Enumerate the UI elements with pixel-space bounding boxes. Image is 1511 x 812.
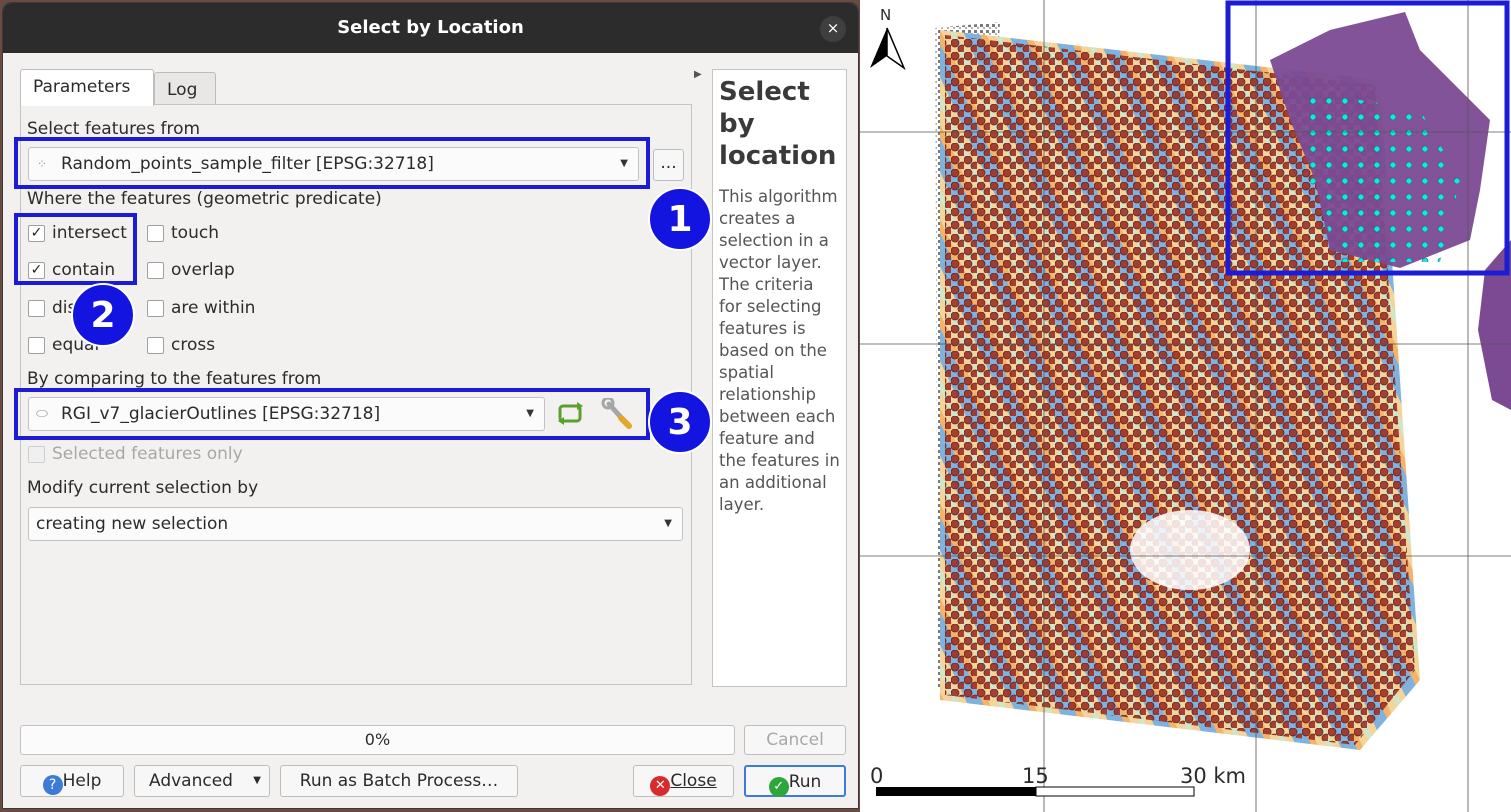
annotation-badge-1: 1	[648, 187, 712, 251]
progress-bar: 0%	[20, 725, 735, 755]
overlap-checkbox[interactable]	[147, 262, 164, 279]
run-button-label: Run	[788, 772, 822, 792]
scale-label-30: 30 km	[1180, 764, 1247, 788]
window-close-icon[interactable]: ×	[820, 16, 846, 42]
map-canvas[interactable]: N 0 15 30 km	[860, 0, 1511, 812]
equal-checkbox[interactable]	[28, 337, 45, 354]
north-arrow-icon	[870, 27, 906, 71]
close-circle-icon: ✕	[650, 776, 671, 796]
help-button-label: Help	[62, 771, 102, 791]
help-description: This algorithm creates a selection in a …	[719, 187, 840, 514]
predicate-label: Where the features (geometric predicate)	[27, 189, 382, 209]
cancel-button[interactable]: Cancel	[744, 725, 846, 755]
scale-label-0: 0	[870, 764, 884, 788]
run-batch-button[interactable]: Run as Batch Process…	[280, 765, 518, 797]
chevron-down-icon: ▼	[664, 518, 672, 529]
highlight-box-2	[14, 213, 137, 285]
modify-selection-value: creating new selection	[36, 514, 229, 534]
help-title: Select by location	[719, 77, 837, 171]
help-button[interactable]: ? Help	[20, 765, 124, 797]
annotation-badge-3: 3	[648, 390, 712, 454]
panel-collapse-arrow-icon[interactable]: ▶	[694, 69, 702, 80]
close-button-label: Close	[670, 771, 717, 791]
are-within-checkbox[interactable]	[147, 300, 164, 317]
north-arrow-label: N	[880, 6, 892, 24]
dialog-titlebar[interactable]: Select by Location ×	[3, 3, 858, 53]
help-pane: Select by location This algorithm create…	[712, 69, 847, 687]
highlight-box-1	[14, 137, 650, 189]
overlap-label: overlap	[171, 260, 235, 280]
help-icon: ?	[42, 775, 63, 795]
advanced-button[interactable]: Advanced ▼	[134, 765, 270, 797]
chevron-down-icon: ▼	[253, 775, 261, 786]
tab-log[interactable]: Log	[154, 72, 216, 105]
selected-only-label: Selected features only	[52, 444, 243, 464]
more-options-button[interactable]: ...	[653, 149, 684, 181]
modify-selection-combo[interactable]: creating new selection ▼	[28, 507, 683, 541]
scale-bar	[876, 786, 1195, 797]
progress-text: 0%	[364, 730, 391, 749]
disjoint-checkbox[interactable]	[28, 300, 45, 317]
advanced-button-label: Advanced	[149, 771, 233, 791]
compare-label: By comparing to the features from	[27, 369, 322, 389]
select-by-location-dialog: Select by Location × Parameters Log ▶ Se…	[2, 2, 859, 809]
modify-selection-label: Modify current selection by	[27, 478, 259, 498]
touch-label: touch	[171, 223, 219, 243]
tab-parameters[interactable]: Parameters	[20, 69, 154, 106]
cross-label: cross	[171, 335, 216, 355]
run-button[interactable]: ✓ Run	[744, 765, 846, 797]
run-check-icon: ✓	[768, 777, 789, 797]
dialog-title: Select by Location	[337, 17, 524, 38]
close-button[interactable]: ✕ Close	[633, 765, 734, 797]
cross-checkbox[interactable]	[147, 337, 164, 354]
selected-only-checkbox[interactable]	[28, 446, 45, 463]
highlight-box-3	[14, 388, 650, 440]
touch-checkbox[interactable]	[147, 225, 164, 242]
map-svg	[860, 0, 1511, 812]
annotation-badge-2: 2	[71, 283, 135, 347]
scale-label-15: 15	[1022, 764, 1049, 788]
select-from-label: Select features from	[27, 119, 201, 139]
nodata-patch	[1130, 510, 1250, 590]
are-within-label: are within	[171, 298, 256, 318]
